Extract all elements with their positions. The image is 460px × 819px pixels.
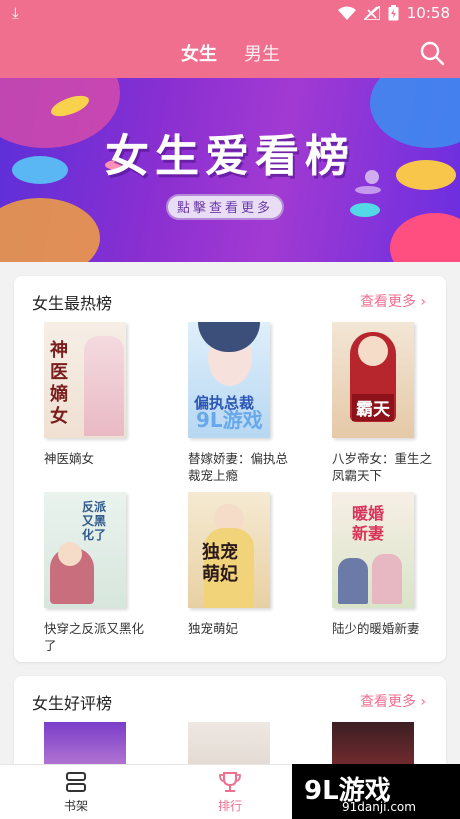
nav-ranking[interactable]: 排行 — [200, 771, 260, 814]
book-title: 替嫁娇妻：偏执总裁宠上瘾 — [188, 451, 289, 483]
clock: 10:58 — [406, 4, 450, 22]
search-icon[interactable] — [418, 39, 446, 67]
book-title: 陆少的暖婚新妻 — [332, 621, 420, 636]
section-title: 女生好评榜 — [32, 694, 113, 713]
download-icon: ⤓ — [12, 4, 19, 22]
book-cover[interactable]: 反派又黑化了 — [44, 492, 126, 608]
hot-list-card: 女生最热榜 查看更多 › 神医嫡女 神医嫡女 偏执总裁 替嫁娇妻：偏执总裁宠上瘾… — [14, 276, 446, 662]
see-more-link[interactable]: 查看更多 › — [360, 291, 426, 311]
cover-title: 暖婚新妻 — [352, 504, 385, 543]
promo-banner[interactable]: 女生爱看榜 點擊查看更多 — [0, 78, 460, 262]
status-bar: ⤓ 10:58 — [0, 0, 460, 28]
battery-icon — [388, 5, 399, 21]
book-cover[interactable]: 独宠萌妃 — [188, 492, 270, 608]
banner-more-button[interactable]: 點擊查看更多 — [166, 194, 284, 220]
watermark-url: 91danji.com — [342, 800, 416, 814]
see-more-link[interactable]: 查看更多 › — [360, 691, 426, 711]
book-cover[interactable]: 暖婚新妻 — [332, 492, 414, 608]
book-cover[interactable]: 霸天 — [332, 322, 414, 438]
cover-title: 神医嫡女 — [50, 340, 68, 427]
bookshelf-icon — [66, 772, 86, 792]
section-title: 女生最热榜 — [32, 294, 113, 313]
book-title: 神医嫡女 — [44, 451, 95, 466]
book-title: 快穿之反派又黑化了 — [44, 621, 145, 653]
watermark-box: 9L游戏 91danji.com — [292, 764, 460, 819]
signal-icon — [363, 6, 380, 20]
tab-female[interactable]: 女生 — [181, 40, 217, 66]
book-cover[interactable]: 神医嫡女 — [44, 322, 126, 438]
book-title: 八岁帝女：重生之凤霸天下 — [332, 451, 433, 483]
cover-title: 霸天 — [352, 394, 394, 421]
banner-title: 女生爱看榜 — [105, 131, 355, 182]
wifi-icon — [337, 6, 356, 20]
nav-label: 排行 — [217, 799, 242, 813]
watermark-logo: 9L游戏 — [196, 408, 263, 432]
top-bar: 女生 男生 — [0, 28, 460, 78]
cover-title: 反派又黑化了 — [82, 500, 107, 542]
trophy-icon — [219, 772, 241, 792]
cover-title: 独宠萌妃 — [202, 542, 238, 585]
nav-label: 书架 — [63, 799, 88, 813]
book-title: 独宠萌妃 — [188, 621, 239, 636]
tab-male[interactable]: 男生 — [244, 40, 280, 66]
nav-bookshelf[interactable]: 书架 — [46, 771, 106, 814]
